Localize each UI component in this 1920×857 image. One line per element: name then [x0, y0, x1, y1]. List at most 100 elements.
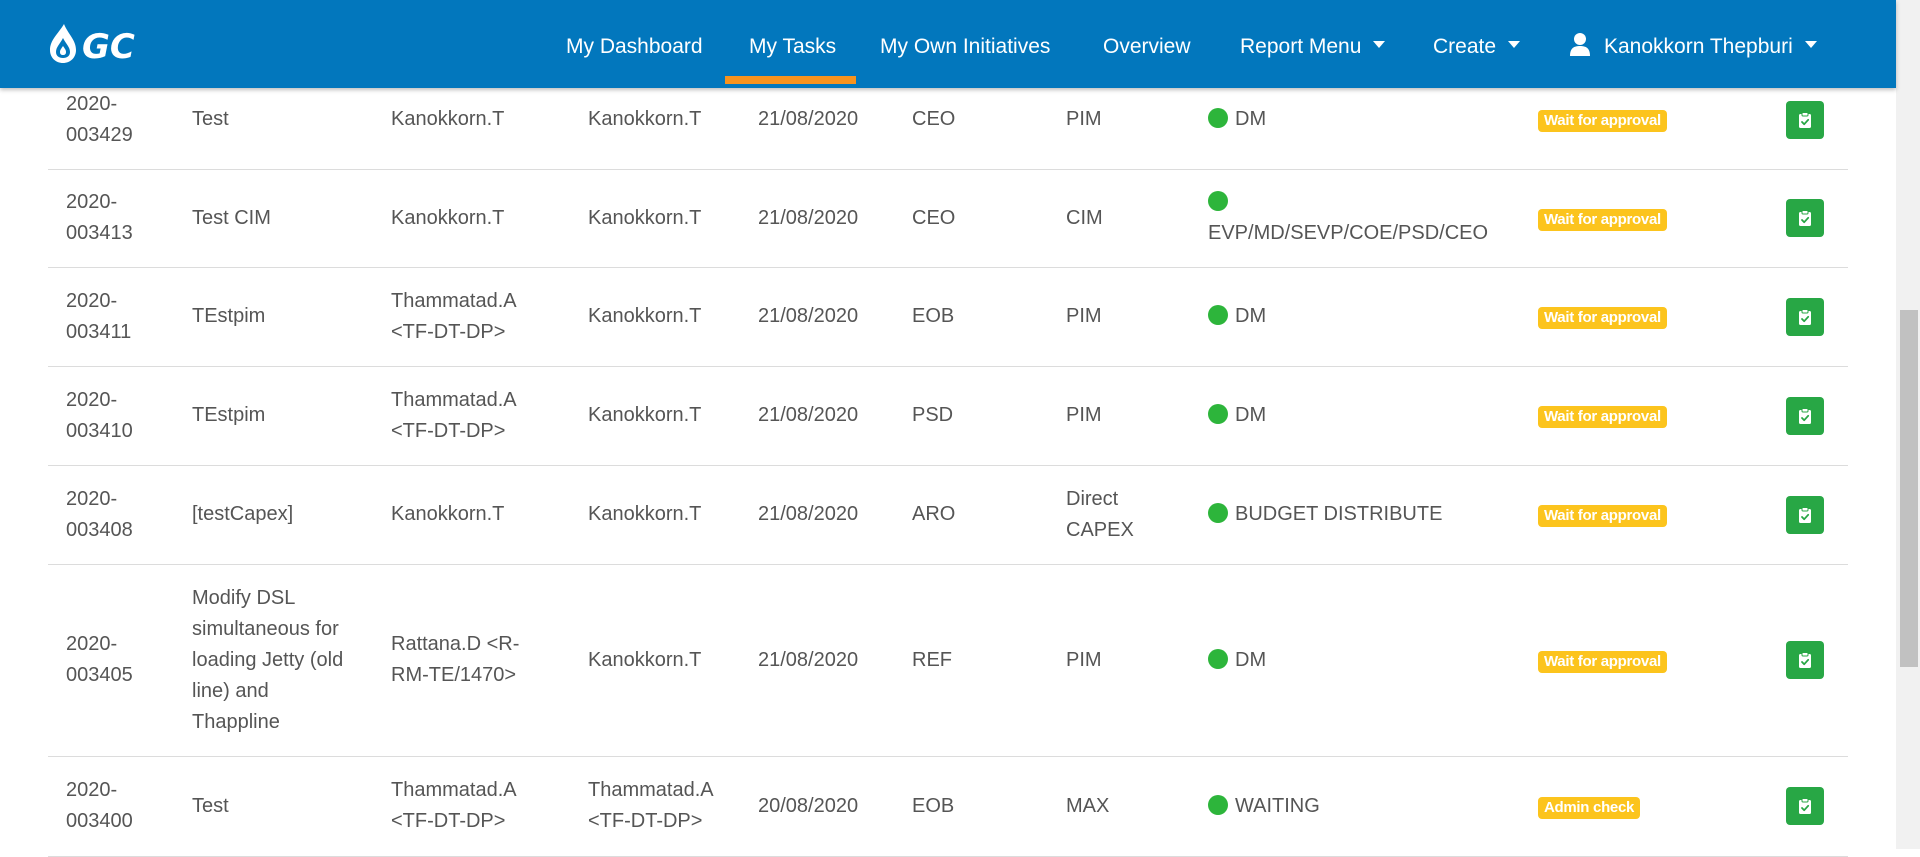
initiative-name-cell: Test	[192, 104, 372, 135]
gc-logo[interactable]: GC	[48, 20, 180, 66]
initiative-id-cell: 2020- 003410	[66, 385, 176, 447]
nav-create-label: Create	[1433, 35, 1497, 58]
nav-report-menu-label: Report Menu	[1240, 35, 1362, 58]
nav-create[interactable]: Create	[1433, 0, 1521, 88]
organization-cell: EOB	[912, 791, 1012, 822]
approve-task-button[interactable]	[1786, 298, 1824, 336]
initiative-id-text: 003400	[66, 810, 133, 832]
initiative-owner-cell: Rattana.D <R- RM-TE/1470>	[391, 629, 571, 691]
stage-text: DM	[1235, 649, 1267, 671]
register-date-cell: 21/08/2020	[758, 104, 898, 135]
stage-text: WAITING	[1235, 795, 1320, 817]
initiative-id-cell: 2020- 003411	[66, 286, 176, 348]
initiative-id-text: 003410	[66, 420, 133, 442]
initiative-owner-cell: Kanokkorn.T	[391, 104, 571, 135]
stage-cell: DM	[1208, 301, 1568, 332]
initiative-creator-cell: Kanokkorn.T	[588, 400, 748, 431]
initiative-type-cell: PIM	[1066, 645, 1166, 676]
initiative-name-text: Test CIM	[192, 207, 271, 229]
top-navbar: GC My Dashboard My Tasks My Own Initiati…	[0, 0, 1896, 88]
initiative-owner-text: RM-TE/1470>	[391, 664, 517, 686]
nav-overview[interactable]: Overview	[1103, 0, 1191, 88]
initiative-name-cell: Test CIM	[192, 203, 372, 234]
chevron-down-icon	[1508, 40, 1521, 48]
organization-cell: ARO	[912, 499, 1012, 530]
initiative-creator-text: Kanokkorn.T	[588, 503, 702, 525]
stage-text: BUDGET DISTRIBUTE	[1235, 503, 1443, 525]
initiative-creator-text: Kanokkorn.T	[588, 649, 702, 671]
nav-my-tasks[interactable]: My Tasks	[749, 0, 836, 88]
initiative-owner-text: <TF-DT-DP>	[391, 420, 506, 442]
approve-task-button[interactable]	[1786, 787, 1824, 825]
initiative-name-text: simultaneous for	[192, 618, 339, 640]
table-row[interactable]: 2020- 003405 Modify DSL simultaneous for loa…	[48, 564, 1848, 757]
initiative-id-text: 003411	[66, 321, 132, 343]
table-row[interactable]: 2020- 003410 TEstpim Thammatad.A <TF-DT-DP> K…	[48, 366, 1848, 466]
initiative-id-cell: 2020- 003429	[66, 89, 176, 151]
register-date-cell: 21/08/2020	[758, 203, 898, 234]
status-cell: Admin check	[1538, 791, 1641, 822]
chevron-down-icon	[1373, 40, 1386, 48]
initiative-creator-text: Kanokkorn.T	[588, 305, 702, 327]
table-row[interactable]: 2020- 003400 Test Thammatad.A <TF-DT-DP> Tham…	[48, 756, 1848, 857]
status-dot-icon	[1208, 403, 1228, 424]
organization-cell: PSD	[912, 400, 1012, 431]
table-row[interactable]: 2020- 003408 [testCapex] Kanokkorn.T Kanokko…	[48, 465, 1848, 565]
register-date-text: 21/08/2020	[758, 305, 859, 327]
initiative-owner-text: Kanokkorn.T	[391, 108, 505, 130]
table-row[interactable]: 2020- 003413 Test CIM Kanokkorn.T Kanokkorn.…	[48, 169, 1848, 268]
organization-text: EOB	[912, 795, 955, 817]
stage-cell: DM	[1208, 104, 1568, 135]
register-date-cell: 21/08/2020	[758, 499, 898, 530]
status-cell: Wait for approval	[1538, 203, 1667, 234]
status-cell: Wait for approval	[1538, 645, 1667, 676]
approve-task-button[interactable]	[1786, 101, 1824, 139]
chevron-down-icon	[1804, 40, 1817, 48]
initiative-name-text: line) and	[192, 680, 269, 702]
stage-cell: DM	[1208, 400, 1568, 431]
initiative-type-text: Direct	[1066, 488, 1119, 510]
user-menu[interactable]: Kanokkorn Thepburi	[1570, 0, 1817, 88]
stage-text: EVP/MD/SEVP/COE/PSD/CEO	[1208, 222, 1489, 244]
initiative-id-text: 2020-	[66, 290, 118, 312]
user-icon	[1570, 33, 1590, 57]
initiative-name-text: Modify DSL	[192, 587, 296, 609]
approve-task-button[interactable]	[1786, 199, 1824, 237]
status-dot-icon	[1208, 190, 1228, 211]
nav-my-own-initiatives[interactable]: My Own Initiatives	[880, 0, 1050, 88]
initiative-type-cell: PIM	[1066, 301, 1166, 332]
initiative-creator-text: Kanokkorn.T	[588, 404, 702, 426]
initiative-creator-cell: Thammatad.A <TF-DT-DP>	[588, 775, 748, 837]
organization-text: REF	[912, 649, 952, 671]
initiative-creator-text: <TF-DT-DP>	[588, 810, 703, 832]
register-date-text: 21/08/2020	[758, 404, 859, 426]
initiative-name-text: loading Jetty (old	[192, 649, 344, 671]
approve-task-button[interactable]	[1786, 496, 1824, 534]
approve-task-button[interactable]	[1786, 397, 1824, 435]
initiative-type-text: PIM	[1066, 404, 1102, 426]
register-date-cell: 20/08/2020	[758, 791, 898, 822]
status-cell: Wait for approval	[1538, 301, 1667, 332]
status-badge: Admin check	[1538, 797, 1641, 819]
clipboard-check-icon	[1799, 111, 1811, 128]
clipboard-check-icon	[1799, 308, 1811, 325]
stage-cell: DM	[1208, 645, 1568, 676]
nav-report-menu[interactable]: Report Menu	[1240, 0, 1386, 88]
initiative-name-text: Test	[192, 795, 229, 817]
table-row[interactable]: 2020- 003411 TEstpim Thammatad.A <TF-DT-DP> K…	[48, 267, 1848, 367]
initiative-creator-text: Kanokkorn.T	[588, 108, 702, 130]
stage-cell: EVP/MD/SEVP/COE/PSD/CEO	[1208, 187, 1568, 249]
initiative-creator-cell: Kanokkorn.T	[588, 203, 748, 234]
status-badge: Wait for approval	[1538, 307, 1667, 329]
initiative-id-text: 003408	[66, 519, 133, 541]
stage-cell: BUDGET DISTRIBUTE	[1208, 499, 1568, 530]
status-cell: Wait for approval	[1538, 400, 1667, 431]
organization-text: CEO	[912, 207, 956, 229]
status-badge: Wait for approval	[1538, 209, 1667, 231]
approve-task-button[interactable]	[1786, 641, 1824, 679]
scrollbar-thumb[interactable]	[1900, 310, 1918, 667]
nav-my-dashboard[interactable]: My Dashboard	[566, 0, 703, 88]
organization-text: ARO	[912, 503, 956, 525]
initiative-type-text: CIM	[1066, 207, 1103, 229]
initiative-owner-cell: Kanokkorn.T	[391, 203, 571, 234]
